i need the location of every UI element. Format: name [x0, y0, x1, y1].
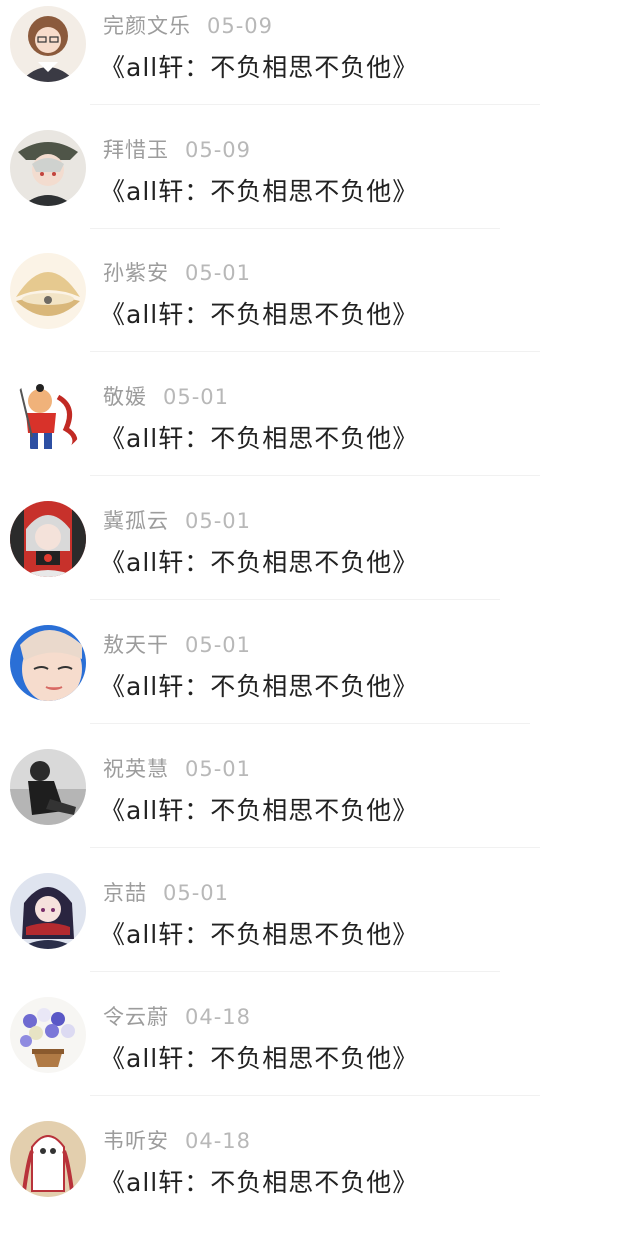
- avatar[interactable]: [10, 749, 86, 825]
- divider: [90, 351, 540, 352]
- comment-date: 05-01: [185, 261, 252, 285]
- divider: [90, 475, 540, 476]
- comment-date: 05-01: [163, 385, 230, 409]
- list-item[interactable]: 敬媛 05-01 《all轩：不负相思不负他》: [0, 371, 640, 495]
- avatar[interactable]: [10, 253, 86, 329]
- list-item[interactable]: 令云蔚 04-18 《all轩：不负相思不负他》: [0, 991, 640, 1115]
- avatar[interactable]: [10, 1121, 86, 1197]
- book-title[interactable]: 《all轩：不负相思不负他》: [100, 1163, 418, 1199]
- avatar[interactable]: [10, 377, 86, 453]
- comment-date: 04-18: [185, 1005, 252, 1029]
- divider: [90, 599, 500, 600]
- book-title[interactable]: 《all轩：不负相思不负他》: [100, 48, 418, 84]
- username[interactable]: 祝英慧: [103, 757, 169, 781]
- list-item[interactable]: 敖天干 05-01 《all轩：不负相思不负他》: [0, 619, 640, 743]
- list-item[interactable]: 孙紫安 05-01 《all轩：不负相思不负他》: [0, 247, 640, 371]
- avatar[interactable]: [10, 873, 86, 949]
- book-title[interactable]: 《all轩：不负相思不负他》: [100, 172, 418, 208]
- list-item[interactable]: 韦听安 04-18 《all轩：不负相思不负他》: [0, 1115, 640, 1239]
- avatar[interactable]: [10, 625, 86, 701]
- username[interactable]: 孙紫安: [103, 261, 169, 285]
- comment-meta: 孙紫安 05-01: [103, 257, 251, 287]
- list-item[interactable]: 京喆 05-01 《all轩：不负相思不负他》: [0, 867, 640, 991]
- divider: [90, 723, 530, 724]
- comment-meta: 韦听安 04-18: [103, 1125, 251, 1155]
- book-title[interactable]: 《all轩：不负相思不负他》: [100, 1039, 418, 1075]
- avatar[interactable]: [10, 501, 86, 577]
- comment-meta: 敖天干 05-01: [103, 629, 251, 659]
- username[interactable]: 京喆: [103, 881, 147, 905]
- username[interactable]: 敬媛: [103, 385, 147, 409]
- book-title[interactable]: 《all轩：不负相思不负他》: [100, 915, 418, 951]
- username[interactable]: 令云蔚: [103, 1005, 169, 1029]
- comment-meta: 完颜文乐 05-09: [103, 10, 273, 40]
- list-item[interactable]: 拜惜玉 05-09 《all轩：不负相思不负他》: [0, 124, 640, 248]
- avatar[interactable]: [10, 997, 86, 1073]
- book-title[interactable]: 《all轩：不负相思不负他》: [100, 543, 418, 579]
- book-title[interactable]: 《all轩：不负相思不负他》: [100, 791, 418, 827]
- comment-meta: 令云蔚 04-18: [103, 1001, 251, 1031]
- username[interactable]: 韦听安: [103, 1129, 169, 1153]
- comment-meta: 敬媛 05-01: [103, 381, 229, 411]
- comment-meta: 冀孤云 05-01: [103, 505, 251, 535]
- book-title[interactable]: 《all轩：不负相思不负他》: [100, 295, 418, 331]
- book-title[interactable]: 《all轩：不负相思不负他》: [100, 667, 418, 703]
- comment-date: 05-01: [185, 633, 252, 657]
- list-item[interactable]: 完颜文乐 05-09 《all轩：不负相思不负他》: [0, 0, 640, 124]
- username[interactable]: 拜惜玉: [103, 138, 169, 162]
- divider: [90, 104, 540, 105]
- comment-date: 05-09: [185, 138, 252, 162]
- comment-meta: 拜惜玉 05-09: [103, 134, 251, 164]
- divider: [90, 1095, 540, 1096]
- comment-date: 04-18: [185, 1129, 252, 1153]
- comment-meta: 京喆 05-01: [103, 877, 229, 907]
- comment-list: 完颜文乐 05-09 《all轩：不负相思不负他》 拜惜玉 05-09 《all轩：…: [0, 0, 640, 1225]
- comment-meta: 祝英慧 05-01: [103, 753, 251, 783]
- divider: [90, 228, 500, 229]
- username[interactable]: 敖天干: [103, 633, 169, 657]
- comment-date: 05-01: [185, 509, 252, 533]
- comment-date: 05-09: [207, 14, 274, 38]
- comment-date: 05-01: [163, 881, 230, 905]
- username[interactable]: 冀孤云: [103, 509, 169, 533]
- avatar[interactable]: [10, 130, 86, 206]
- list-item[interactable]: 冀孤云 05-01 《all轩：不负相思不负他》: [0, 495, 640, 619]
- divider: [90, 847, 540, 848]
- list-item[interactable]: 祝英慧 05-01 《all轩：不负相思不负他》: [0, 743, 640, 867]
- username[interactable]: 完颜文乐: [103, 14, 191, 38]
- avatar[interactable]: [10, 6, 86, 82]
- comment-date: 05-01: [185, 757, 252, 781]
- divider: [90, 971, 500, 972]
- book-title[interactable]: 《all轩：不负相思不负他》: [100, 419, 418, 455]
